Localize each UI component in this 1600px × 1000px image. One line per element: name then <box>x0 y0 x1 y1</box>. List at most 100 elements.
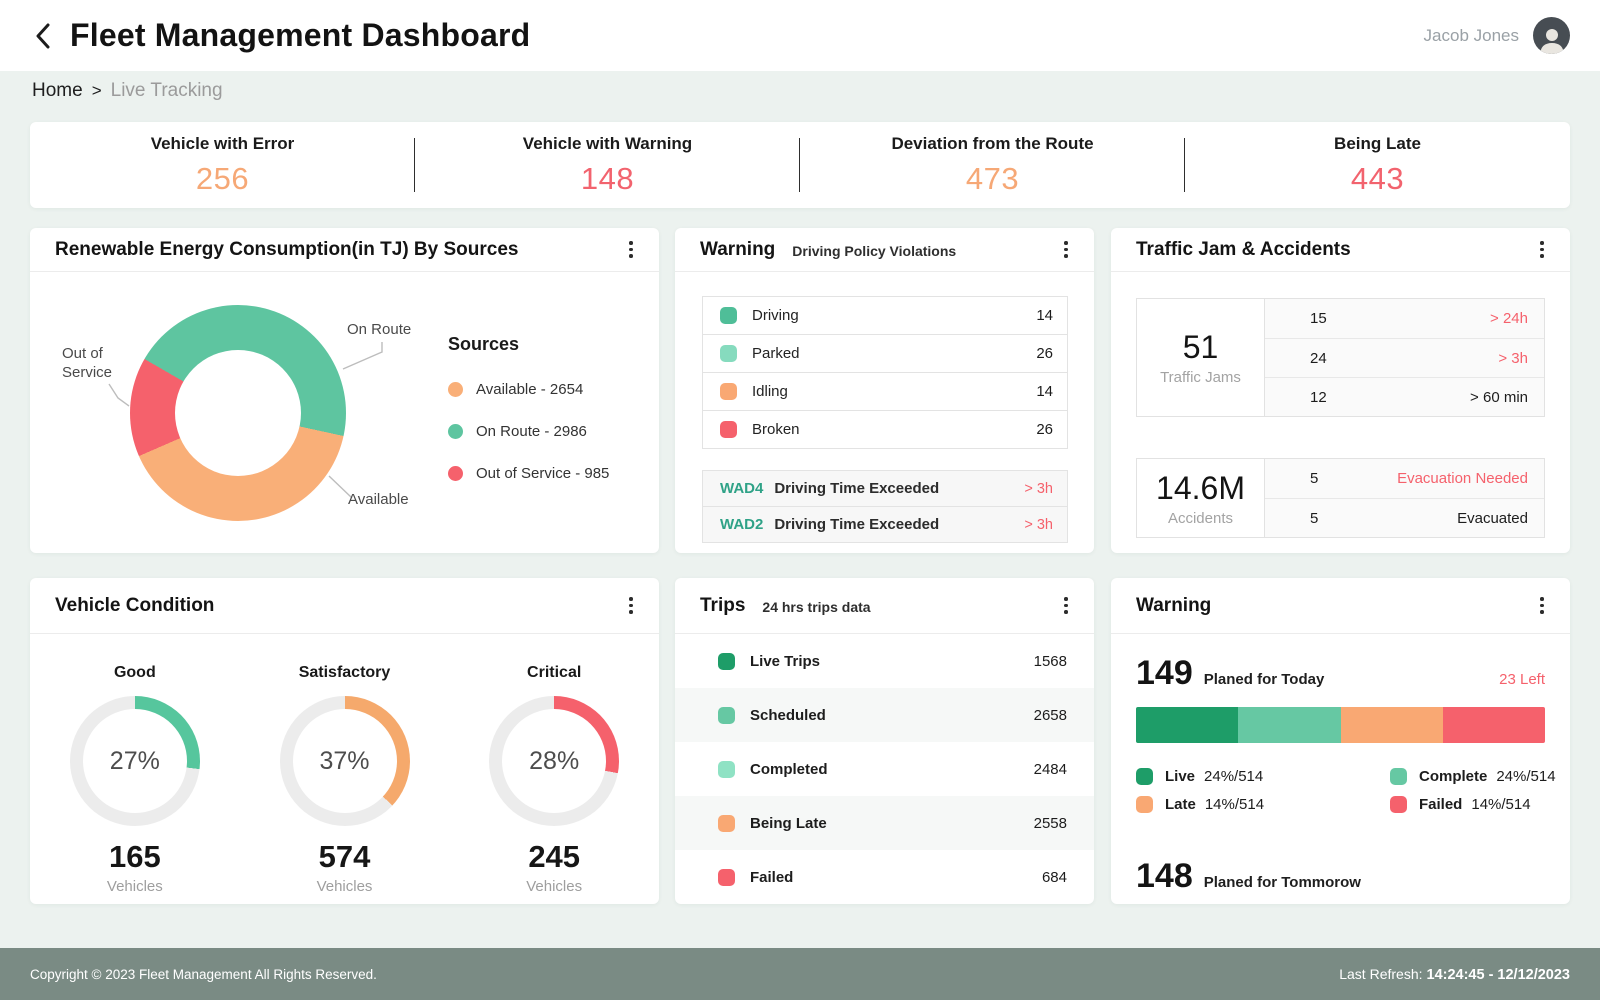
energy-legend: Sources Available - 2654 On Route - 2986… <box>448 334 609 507</box>
accident-row[interactable]: 5 Evacuated <box>1265 498 1544 537</box>
card-energy-consumption: Renewable Energy Consumption(in TJ) By S… <box>30 228 659 553</box>
status-chip <box>718 869 735 886</box>
kebab-menu-icon[interactable] <box>621 239 641 261</box>
legend-dot-on-route <box>448 424 463 439</box>
stat-label: Vehicle with Warning <box>523 134 692 154</box>
policy-row-parked[interactable]: Parked 26 <box>702 334 1068 373</box>
avatar[interactable] <box>1533 17 1570 54</box>
stat-vehicle-warning: Vehicle with Warning 148 <box>415 122 800 208</box>
gauge-count: 574 <box>240 839 450 875</box>
planned-bar-segment-failed <box>1443 707 1545 743</box>
alert-label: Driving Time Exceeded <box>774 516 939 533</box>
policy-row-broken[interactable]: Broken 26 <box>702 410 1068 449</box>
gauge-satisfactory: Satisfactory 37% 574 Vehicles <box>240 664 450 895</box>
planned-bar <box>1136 707 1545 743</box>
trip-row-live[interactable]: Live Trips 1568 <box>675 634 1094 688</box>
gauge-label: Good <box>30 664 240 682</box>
donut-chart[interactable] <box>130 305 346 521</box>
traffic-row[interactable]: 12 > 60 min <box>1265 377 1544 416</box>
trip-row-failed[interactable]: Failed 684 <box>675 850 1094 904</box>
accident-row[interactable]: 5 Evacuation Needed <box>1265 459 1544 498</box>
breadcrumb-separator: > <box>92 81 102 101</box>
row-label: Broken <box>752 421 800 438</box>
card-warning-policy: Warning Driving Policy Violations Drivin… <box>675 228 1094 553</box>
row-label: Idling <box>752 383 788 400</box>
kebab-menu-icon[interactable] <box>1532 595 1552 617</box>
trip-row-completed[interactable]: Completed 2484 <box>675 742 1094 796</box>
alert-value: > 3h <box>1024 481 1053 497</box>
planned-bar-segment-complete <box>1238 707 1340 743</box>
kebab-menu-icon[interactable] <box>621 595 641 617</box>
legend-value: 24%/514 <box>1204 768 1263 785</box>
gauge-good: Good 27% 165 Vehicles <box>30 664 240 895</box>
row-label: Scheduled <box>750 707 826 724</box>
stat-route-deviation: Deviation from the Route 473 <box>800 122 1185 208</box>
alert-code: WAD4 <box>720 480 763 497</box>
legend-label: Available - 2654 <box>476 381 583 398</box>
legend-item: Out of Service - 985 <box>448 465 609 482</box>
card-traffic-accidents: Traffic Jam & Accidents 51 Traffic Jams … <box>1111 228 1570 553</box>
gauge-count: 245 <box>449 839 659 875</box>
stat-value: 473 <box>966 161 1019 197</box>
gauge-ring: 27% <box>70 696 200 826</box>
stat-value: 256 <box>196 161 249 197</box>
row-label: Driving <box>752 307 799 324</box>
row-value: 2558 <box>1034 815 1067 832</box>
kebab-menu-icon[interactable] <box>1532 239 1552 261</box>
back-button[interactable] <box>30 23 56 49</box>
row-label: Failed <box>750 869 793 886</box>
planned-left-badge: 23 Left <box>1499 671 1545 688</box>
trip-row-scheduled[interactable]: Scheduled 2658 <box>675 688 1094 742</box>
kebab-menu-icon[interactable] <box>1056 595 1076 617</box>
user-name: Jacob Jones <box>1424 26 1519 46</box>
gauge-percent: 27% <box>110 747 160 776</box>
gauge-label: Satisfactory <box>240 664 450 682</box>
policy-row-idling[interactable]: Idling 14 <box>702 372 1068 411</box>
card-subtitle: Driving Policy Violations <box>792 243 956 259</box>
alert-value: > 3h <box>1024 517 1053 533</box>
legend-chip <box>1390 768 1407 785</box>
donut-label-available: Available <box>348 490 409 509</box>
person-icon <box>1537 24 1567 54</box>
row-value: 26 <box>1036 345 1053 362</box>
alert-row-wad2[interactable]: WAD2 Driving Time Exceeded > 3h <box>702 506 1068 543</box>
card-title: Renewable Energy Consumption(in TJ) By S… <box>55 239 518 261</box>
legend-item-late: Late 14%/514 <box>1136 796 1390 813</box>
gauge-label: Critical <box>449 664 659 682</box>
row-label: Being Late <box>750 815 827 832</box>
gauge-count: 165 <box>30 839 240 875</box>
trip-row-being-late[interactable]: Being Late 2558 <box>675 796 1094 850</box>
row-value: 12 <box>1310 389 1327 406</box>
kebab-menu-icon[interactable] <box>1056 239 1076 261</box>
status-chip <box>718 653 735 670</box>
traffic-row[interactable]: 15 > 24h <box>1265 299 1544 338</box>
planned-bar-segment-late <box>1341 707 1443 743</box>
traffic-row[interactable]: 24 > 3h <box>1265 338 1544 377</box>
card-title: Traffic Jam & Accidents <box>1136 239 1351 261</box>
copyright-text: Copyright © 2023 Fleet Management All Ri… <box>30 967 377 982</box>
legend-title: Sources <box>448 334 609 355</box>
app-header: Fleet Management Dashboard Jacob Jones <box>0 0 1600 71</box>
planned-today-label: Planed for Today <box>1204 671 1325 688</box>
card-vehicle-condition: Vehicle Condition Good 27% 165 Vehicles … <box>30 578 659 904</box>
alert-row-wad4[interactable]: WAD4 Driving Time Exceeded > 3h <box>702 470 1068 507</box>
last-refresh: Last Refresh:14:24:45 - 12/12/2023 <box>1339 966 1570 983</box>
traffic-jams-count: 51 <box>1183 329 1219 366</box>
gauge-percent: 37% <box>319 747 369 776</box>
breadcrumb-current: Live Tracking <box>111 80 223 102</box>
legend-dot-out-of-service <box>448 466 463 481</box>
accidents-summary: 14.6M Accidents <box>1137 459 1265 537</box>
accidents-table: 14.6M Accidents 5 Evacuation Needed 5 Ev… <box>1136 458 1545 538</box>
accidents-label: Accidents <box>1168 510 1233 527</box>
card-title: Trips <box>700 595 745 617</box>
app-footer: Copyright © 2023 Fleet Management All Ri… <box>0 948 1600 1000</box>
breadcrumb-home-link[interactable]: Home <box>32 80 83 102</box>
status-chip <box>720 307 737 324</box>
page-title: Fleet Management Dashboard <box>70 17 530 54</box>
policy-row-driving[interactable]: Driving 14 <box>702 296 1068 335</box>
planned-tomorrow-label: Planed for Tommorow <box>1204 874 1361 891</box>
legend-value: 24%/514 <box>1496 768 1555 785</box>
last-refresh-value: 14:24:45 - 12/12/2023 <box>1427 967 1571 983</box>
legend-name: Complete <box>1419 768 1487 785</box>
stat-value: 148 <box>581 161 634 197</box>
